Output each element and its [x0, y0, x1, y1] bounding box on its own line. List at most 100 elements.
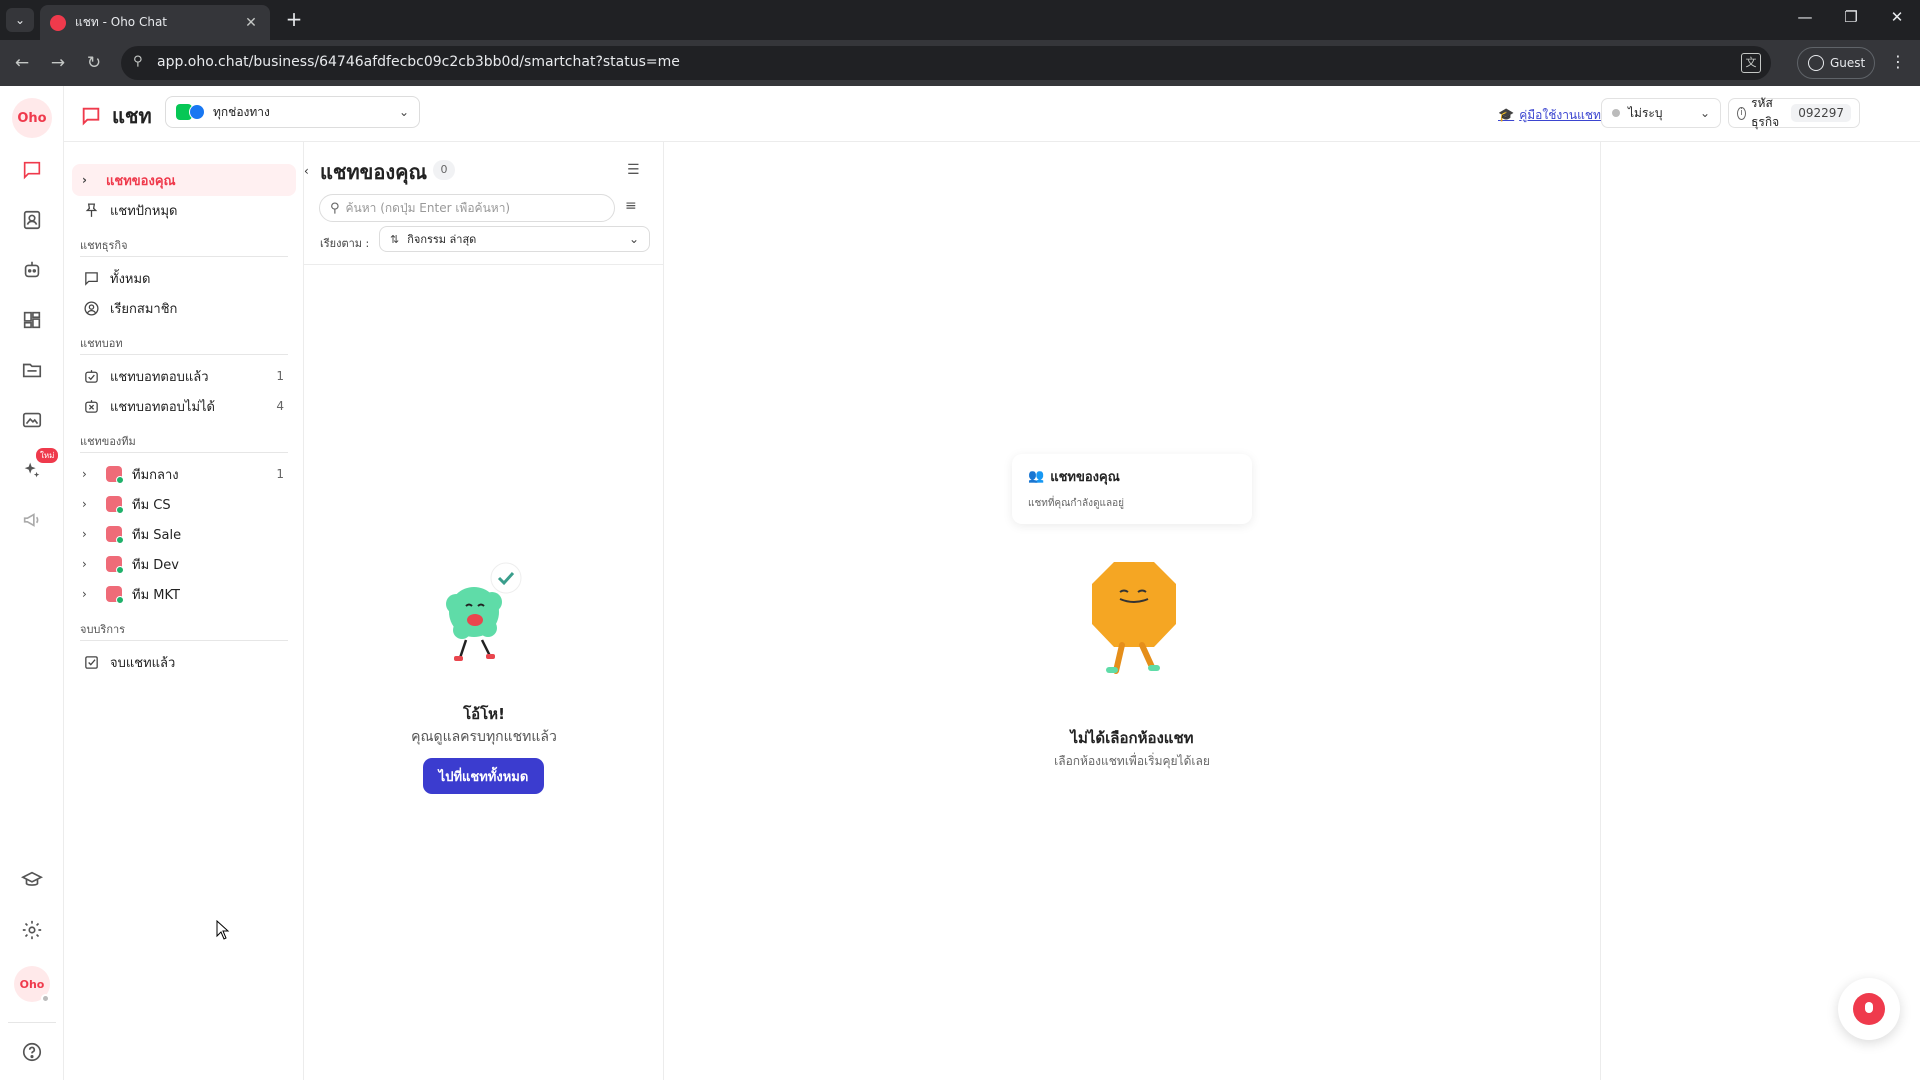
go-to-all-chats-button[interactable]: ไปที่แชททั้งหมด [423, 758, 544, 794]
channel-select[interactable]: ทุกช่องทาง ⌄ [165, 96, 420, 128]
collapse-sidebar-icon[interactable]: ‹ [304, 164, 309, 178]
chat-list-panel: ‹ แชทของคุณ 0 ☰ ⚲ ≡ เรียงตาม : ⇅ กิจกรรม… [304, 142, 664, 1080]
empty-state-subtitle: คุณดูแลครบทุกแชทแล้ว [411, 729, 557, 745]
rail-help-icon[interactable] [18, 1038, 46, 1066]
nav-pinned-chats[interactable]: แชทปักหมุด [72, 194, 296, 226]
section-business-chats: แชทธุรกิจ [80, 239, 128, 252]
tab-title: แชท - Oho Chat [75, 15, 167, 29]
nav-pinned-label: แชทปักหมุด [110, 203, 178, 219]
nav-closed-chats[interactable]: จบแชทแล้ว [72, 646, 296, 678]
team-label: ทีม Dev [132, 557, 179, 573]
support-chat-button[interactable] [1838, 978, 1900, 1040]
status-dot [1612, 109, 1620, 117]
check-square-icon [82, 653, 100, 671]
count-badge: 1 [276, 369, 284, 383]
rail-gallery-icon[interactable] [18, 406, 46, 434]
chevron-right-icon[interactable]: › [82, 527, 96, 541]
bot-x-icon [82, 397, 100, 415]
user-circle-icon [82, 299, 100, 317]
chat-guide-link[interactable]: 🎓 คู่มือใช้งานแชท [1498, 106, 1601, 125]
profile-button[interactable]: Guest [1797, 47, 1875, 79]
close-window-button[interactable]: ✕ [1882, 8, 1912, 26]
nav-bot-unanswered[interactable]: แชทบอทตอบไม่ได้ 4 [72, 390, 296, 422]
agent-status-select[interactable]: ไม่ระบุ ⌄ [1601, 98, 1721, 128]
facebook-icon [189, 104, 205, 120]
nav-team-item[interactable]: › ทีม MKT [72, 578, 296, 610]
nav-team-item[interactable]: › ทีม CS [72, 488, 296, 520]
oho-logo[interactable]: Oho [12, 98, 52, 138]
team-icon [106, 466, 124, 484]
nav-team-item[interactable]: › ทีม Dev [72, 548, 296, 580]
chevron-right-icon[interactable]: › [82, 587, 96, 601]
minimize-button[interactable]: — [1790, 8, 1820, 26]
nav-all-chats[interactable]: ทั้งหมด [72, 262, 296, 294]
rail-dashboard-icon[interactable] [18, 306, 46, 334]
rail-chat-icon[interactable] [18, 156, 46, 184]
nav-bot-answered[interactable]: แชทบอทตอบแล้ว 1 [72, 360, 296, 392]
browser-toolbar: ← → ↻ ⚲ app.oho.chat/business/64746afdfe… [0, 40, 1920, 86]
no-room-subtitle: เลือกห้องแชทเพื่อเริ่มคุยได้เลย [1054, 754, 1210, 768]
bot-check-icon [82, 367, 100, 385]
profile-icon [1808, 55, 1824, 71]
count-badge: 1 [276, 467, 284, 481]
url-text[interactable]: app.oho.chat/business/64746afdfecbc09c2c… [157, 54, 680, 70]
rail-learning-icon[interactable] [18, 866, 46, 894]
tip-card-title: 👥 แชทของคุณ [1028, 466, 1236, 487]
app-root: Oho ใหม่ Oho แชท ทุกช่องทาง ⌄ 🎓 คู่มือใช… [0, 86, 1920, 1080]
chat-bubble-icon [1853, 993, 1885, 1025]
chat-main-area: 👥 แชทของคุณ แชทที่คุณกำลังดูแลอยู่ ไม่ได… [664, 142, 1600, 1080]
tab-close-icon[interactable]: ✕ [242, 15, 260, 31]
section-divider [80, 640, 288, 641]
team-icon [106, 526, 124, 544]
search-input[interactable] [345, 201, 596, 215]
restore-button[interactable]: ❐ [1836, 8, 1866, 26]
business-code-label: รหัสธุรกิจ [1751, 96, 1780, 129]
chat-nav-sidebar: › แชทของคุณ แชทปักหมุด แชทธุรกิจ ทั้งหมด… [64, 142, 304, 1080]
rail-contacts-icon[interactable] [18, 206, 46, 234]
nav-team-item[interactable]: › ทีมกลาง 1 [72, 458, 296, 490]
back-button[interactable]: ← [10, 51, 34, 75]
no-room-mascot-illustration [1092, 562, 1176, 674]
browser-tab[interactable]: แชท - Oho Chat ✕ [40, 5, 270, 40]
nav-closed-label: จบแชทแล้ว [110, 655, 176, 671]
team-label: ทีมกลาง [132, 467, 179, 483]
rail-settings-icon[interactable] [18, 916, 46, 944]
browser-menu-icon[interactable]: ⋮ [1888, 52, 1908, 71]
chevron-right-icon[interactable]: › [82, 467, 96, 481]
rail-bot-icon[interactable] [18, 256, 46, 284]
filter-icon[interactable]: ≡ [625, 198, 637, 214]
nav-my-chats-label: แชทของคุณ [106, 173, 176, 189]
site-info-icon[interactable]: ⚲ [133, 54, 143, 69]
translate-icon[interactable]: 文 [1741, 53, 1761, 73]
user-status-dot [41, 994, 50, 1003]
count-badge: 4 [276, 399, 284, 413]
team-icon [106, 586, 124, 604]
nav-my-chats[interactable]: › แชทของคุณ [72, 164, 296, 196]
section-team-chats: แชทของทีม [80, 435, 136, 448]
nav-team-item[interactable]: › ทีม Sale [72, 518, 296, 550]
sort-select[interactable]: ⇅ กิจกรรม ล่าสุด ⌄ [379, 226, 650, 252]
chat-list-title: แชทของคุณ [320, 160, 428, 184]
rail-broadcast-icon[interactable] [18, 506, 46, 534]
business-code-value[interactable]: 092297 [1791, 104, 1851, 122]
all-done-mascot-illustration [446, 562, 522, 661]
team-icon [106, 496, 124, 514]
tab-list-button[interactable]: ⌄ [6, 8, 34, 32]
new-badge: ใหม่ [36, 448, 59, 463]
address-bar[interactable]: ⚲ app.oho.chat/business/64746afdfecbc09c… [121, 46, 1771, 80]
reload-button[interactable]: ↻ [82, 51, 106, 75]
chevron-right-icon[interactable]: › [82, 557, 96, 571]
list-view-icon[interactable]: ☰ [627, 162, 640, 178]
chat-search[interactable]: ⚲ [319, 194, 615, 222]
nav-all-label: ทั้งหมด [110, 271, 151, 287]
section-bot-chats: แชทบอท [80, 337, 123, 350]
people-icon: 👥 [1028, 469, 1045, 484]
forward-button[interactable]: → [46, 51, 70, 75]
chevron-down-icon: ⌄ [398, 105, 409, 119]
nav-call-member[interactable]: เรียกสมาชิก [72, 292, 296, 324]
new-tab-button[interactable]: + [282, 8, 306, 32]
channel-icons [176, 104, 205, 120]
rail-folder-icon[interactable] [18, 356, 46, 384]
chevron-right-icon[interactable]: › [82, 497, 96, 511]
pin-icon [82, 201, 100, 219]
